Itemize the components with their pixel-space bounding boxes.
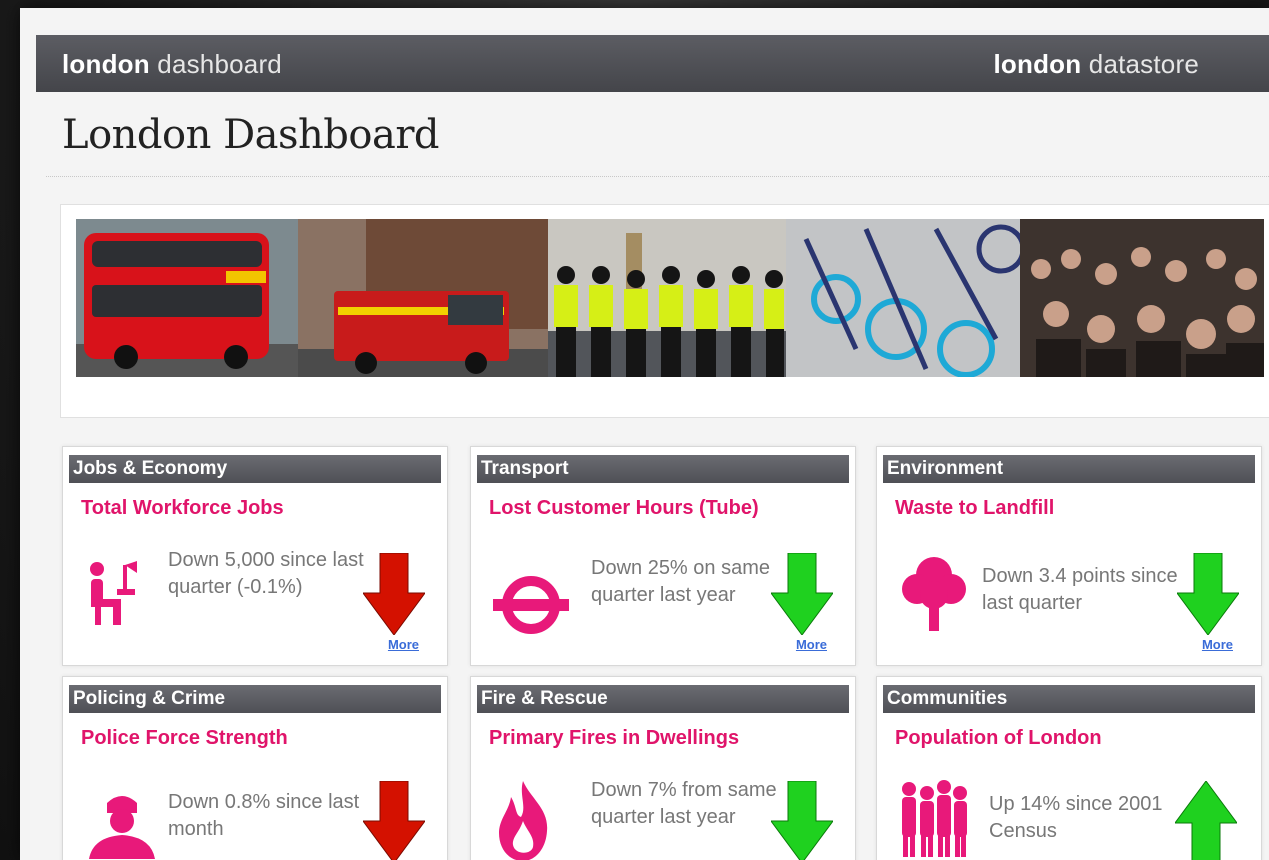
metric-description: Down 0.8% since last month	[168, 791, 360, 840]
arrow-down-icon	[362, 552, 426, 640]
top-navigation-bar: london dashboard london datastore	[36, 35, 1269, 92]
london-datastore-link[interactable]: london datastore	[994, 49, 1200, 80]
arrow-down-icon	[770, 780, 834, 860]
tube-roundel-icon	[493, 573, 569, 642]
flame-icon	[493, 781, 553, 860]
brand-bold-text: london	[62, 49, 150, 79]
more-link[interactable]: More	[388, 637, 419, 652]
police-officer-icon	[85, 795, 159, 860]
metric-description: Down 25% on same quarter last year	[591, 557, 770, 606]
london-dashboard-logo-link[interactable]: london dashboard	[62, 49, 282, 80]
card-environment: Environment Waste to Landfill Down 3.4 p…	[876, 446, 1262, 666]
bike-hire-photo	[786, 219, 1026, 377]
brand-thin-text: dashboard	[157, 49, 282, 79]
metric-title-link[interactable]: Primary Fires in Dwellings	[489, 727, 855, 750]
photo-banner	[60, 204, 1269, 418]
card-policing-crime: Policing & Crime Police Force Strength D…	[62, 676, 448, 860]
title-divider	[46, 176, 1269, 177]
crowd-photo	[1020, 219, 1264, 377]
metric-title-link[interactable]: Population of London	[895, 727, 1261, 750]
section-header: Communities	[883, 685, 1255, 713]
metric-description: Down 3.4 points since last quarter	[982, 565, 1178, 614]
metric-description: Down 5,000 since last quarter (-0.1%)	[168, 549, 364, 598]
section-header: Policing & Crime	[69, 685, 441, 713]
photo-strip	[76, 219, 1264, 377]
arrow-down-icon	[770, 552, 834, 640]
fire-engine-photo	[298, 219, 548, 377]
arrow-down-icon	[362, 780, 426, 860]
more-link[interactable]: More	[1202, 637, 1233, 652]
tree-icon	[899, 553, 969, 636]
metric-title-link[interactable]: Lost Customer Hours (Tube)	[489, 497, 855, 520]
card-fire-rescue: Fire & Rescue Primary Fires in Dwellings…	[470, 676, 856, 860]
arrow-down-icon	[1176, 552, 1240, 640]
metric-title-link[interactable]: Police Force Strength	[81, 727, 447, 750]
page-title: London Dashboard	[62, 112, 440, 158]
card-jobs-economy: Jobs & Economy Total Workforce Jobs Down…	[62, 446, 448, 666]
office-worker-icon	[85, 559, 145, 634]
police-officers-photo	[548, 219, 786, 377]
card-communities: Communities Population of London Up 14% …	[876, 676, 1262, 860]
more-link[interactable]: More	[796, 637, 827, 652]
section-header: Transport	[477, 455, 849, 483]
section-header: Jobs & Economy	[69, 455, 441, 483]
metric-title-link[interactable]: Total Workforce Jobs	[81, 497, 447, 520]
dashboard-page: london dashboard london datastore London…	[20, 8, 1269, 860]
datastore-thin-text: datastore	[1088, 49, 1199, 79]
metric-description: Up 14% since 2001 Census	[989, 793, 1163, 842]
metric-description: Down 7% from same quarter last year	[591, 779, 777, 828]
card-transport: Transport Lost Customer Hours (Tube) Dow…	[470, 446, 856, 666]
bus-photo	[76, 219, 298, 377]
section-header: Environment	[883, 455, 1255, 483]
people-group-icon	[899, 779, 969, 860]
metric-title-link[interactable]: Waste to Landfill	[895, 497, 1261, 520]
section-header: Fire & Rescue	[477, 685, 849, 713]
arrow-up-icon	[1174, 780, 1238, 860]
datastore-bold-text: london	[993, 49, 1082, 79]
